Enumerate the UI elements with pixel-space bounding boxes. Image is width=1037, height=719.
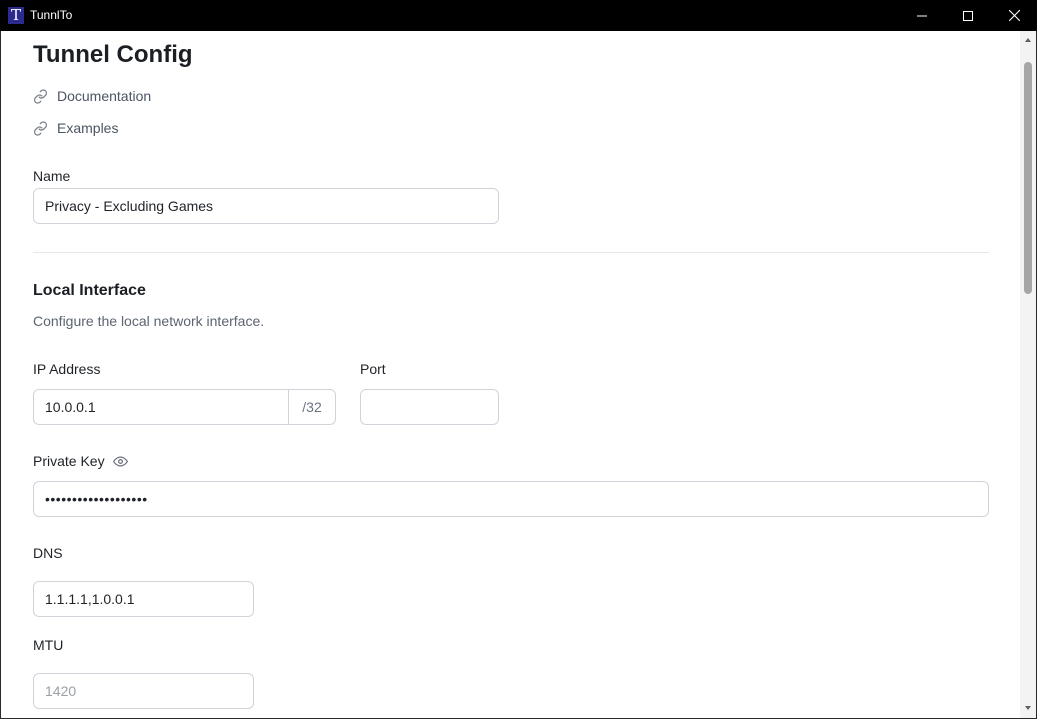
app-icon: T [8, 7, 24, 24]
ip-address-label: IP Address [33, 361, 101, 377]
window-title: TunnlTo [30, 8, 73, 22]
port-input[interactable] [360, 389, 499, 425]
scroll-down-icon[interactable] [1024, 704, 1032, 712]
title-bar: T TunnlTo [0, 0, 1037, 31]
private-key-label-row: Private Key [33, 452, 128, 470]
tunnel-config-form: Tunnel Config Documentation Examples Nam… [0, 31, 1020, 719]
maximize-button[interactable] [945, 0, 991, 31]
minimize-icon [917, 15, 927, 16]
examples-link[interactable]: Examples [33, 118, 118, 138]
documentation-link[interactable]: Documentation [33, 86, 151, 106]
private-key-label: Private Key [33, 453, 105, 469]
dns-label: DNS [33, 545, 63, 561]
scrollbar-thumb[interactable] [1024, 62, 1032, 294]
eye-icon[interactable] [112, 454, 128, 469]
name-input[interactable]: Privacy - Excluding Games [33, 188, 499, 224]
link-icon [33, 120, 48, 136]
maximize-icon [963, 10, 973, 21]
port-label: Port [360, 361, 386, 377]
dns-input[interactable]: 1.1.1.1,1.0.0.1 [33, 581, 254, 617]
private-key-input[interactable]: ••••••••••••••••••• [33, 481, 989, 517]
examples-link-label: Examples [57, 120, 119, 136]
cidr-suffix: /32 [288, 389, 336, 425]
close-button[interactable] [991, 0, 1037, 31]
name-label: Name [33, 168, 71, 184]
mtu-label: MTU [33, 637, 64, 653]
mtu-input[interactable]: 1420 [33, 673, 254, 709]
local-interface-description: Configure the local network interface. [33, 313, 265, 329]
minimize-button[interactable] [899, 0, 945, 31]
section-divider [33, 252, 989, 253]
close-icon [1008, 10, 1020, 21]
vertical-scrollbar[interactable] [1020, 31, 1036, 718]
page-title: Tunnel Config [33, 41, 193, 68]
link-icon [33, 88, 48, 104]
local-interface-heading: Local Interface [33, 282, 146, 299]
ip-address-input[interactable]: 10.0.0.1 [33, 389, 289, 425]
documentation-link-label: Documentation [57, 88, 152, 104]
scroll-up-icon[interactable] [1024, 36, 1032, 44]
